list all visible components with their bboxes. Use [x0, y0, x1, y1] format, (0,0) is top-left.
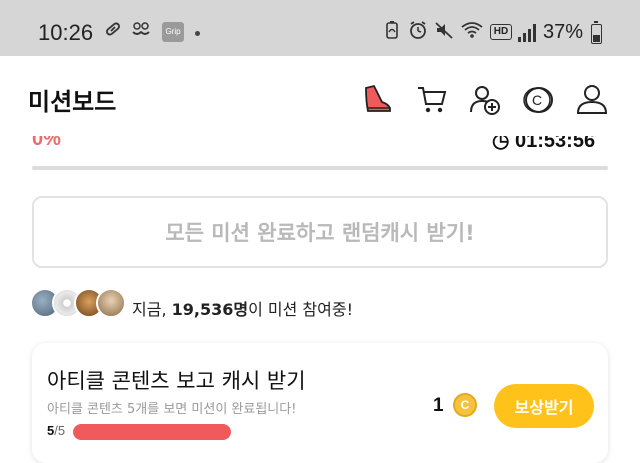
mute-icon	[434, 20, 454, 44]
progress-percent: 0%	[32, 136, 61, 150]
coin-icon[interactable]: C	[522, 82, 556, 116]
participants-text: 지금, 19,536명이 미션 참여중!	[132, 296, 353, 320]
signal-icon	[518, 24, 536, 42]
participants-count: 19,536명	[171, 300, 249, 319]
battery-saver-icon	[384, 20, 400, 44]
claim-reward-button[interactable]: 보상받기	[494, 384, 594, 428]
countdown-timer: ◷ 01:53:56	[492, 136, 596, 152]
complete-all-label: 모든 미션 완료하고 랜덤캐시 받기!	[165, 221, 475, 245]
mission-card: 아티클 콘텐츠 보고 캐시 받기 아티클 콘텐츠 5개를 보면 미션이 완료됩니…	[32, 343, 608, 463]
mission-description: 아티클 콘텐츠 5개를 보면 미션이 완료됩니다!	[47, 402, 297, 417]
complete-all-missions-button[interactable]: 모든 미션 완료하고 랜덤캐시 받기!	[32, 196, 608, 268]
svg-text:C: C	[532, 92, 542, 108]
cart-icon[interactable]	[414, 82, 448, 116]
page-title: 미션보드	[28, 88, 117, 116]
dot-icon	[195, 31, 200, 36]
shoe-icon[interactable]	[360, 82, 394, 116]
app-header: 미션보드 C	[0, 56, 640, 136]
wifi-icon	[460, 20, 484, 44]
add-friend-icon[interactable]	[468, 82, 502, 116]
hd-icon: HD	[490, 24, 512, 40]
mission-progress-fill	[73, 424, 231, 440]
grip-app-icon: Grip	[162, 22, 184, 42]
pill-icon	[104, 20, 122, 42]
participants-prefix: 지금,	[132, 300, 167, 319]
mission-progress-total: /5	[54, 423, 66, 438]
profile-icon[interactable]	[575, 82, 609, 116]
claim-reward-label: 보상받기	[514, 398, 574, 417]
status-time: 10:26	[38, 20, 94, 45]
battery-fill	[593, 35, 600, 42]
mission-progress-bar	[73, 424, 231, 440]
mission-title: 아티클 콘텐츠 보고 캐시 받기	[47, 369, 306, 393]
alarm-icon	[408, 20, 428, 44]
reward-amount: 1	[433, 395, 444, 416]
avatar	[96, 288, 126, 318]
mission-progress-label: 5/5	[47, 423, 65, 438]
mission-progress-row: 0% ◷ 01:53:56	[0, 136, 640, 156]
battery-percent: 37%	[543, 21, 584, 43]
participants-suffix: 이 미션 참여중!	[248, 300, 353, 319]
progress-track	[32, 166, 608, 170]
participant-avatars	[30, 288, 130, 320]
battery-icon	[591, 21, 602, 44]
mustache-icon	[130, 20, 152, 42]
coin-icon: C	[453, 393, 477, 417]
status-bar: 10:26 Grip HD 37%	[0, 0, 640, 56]
